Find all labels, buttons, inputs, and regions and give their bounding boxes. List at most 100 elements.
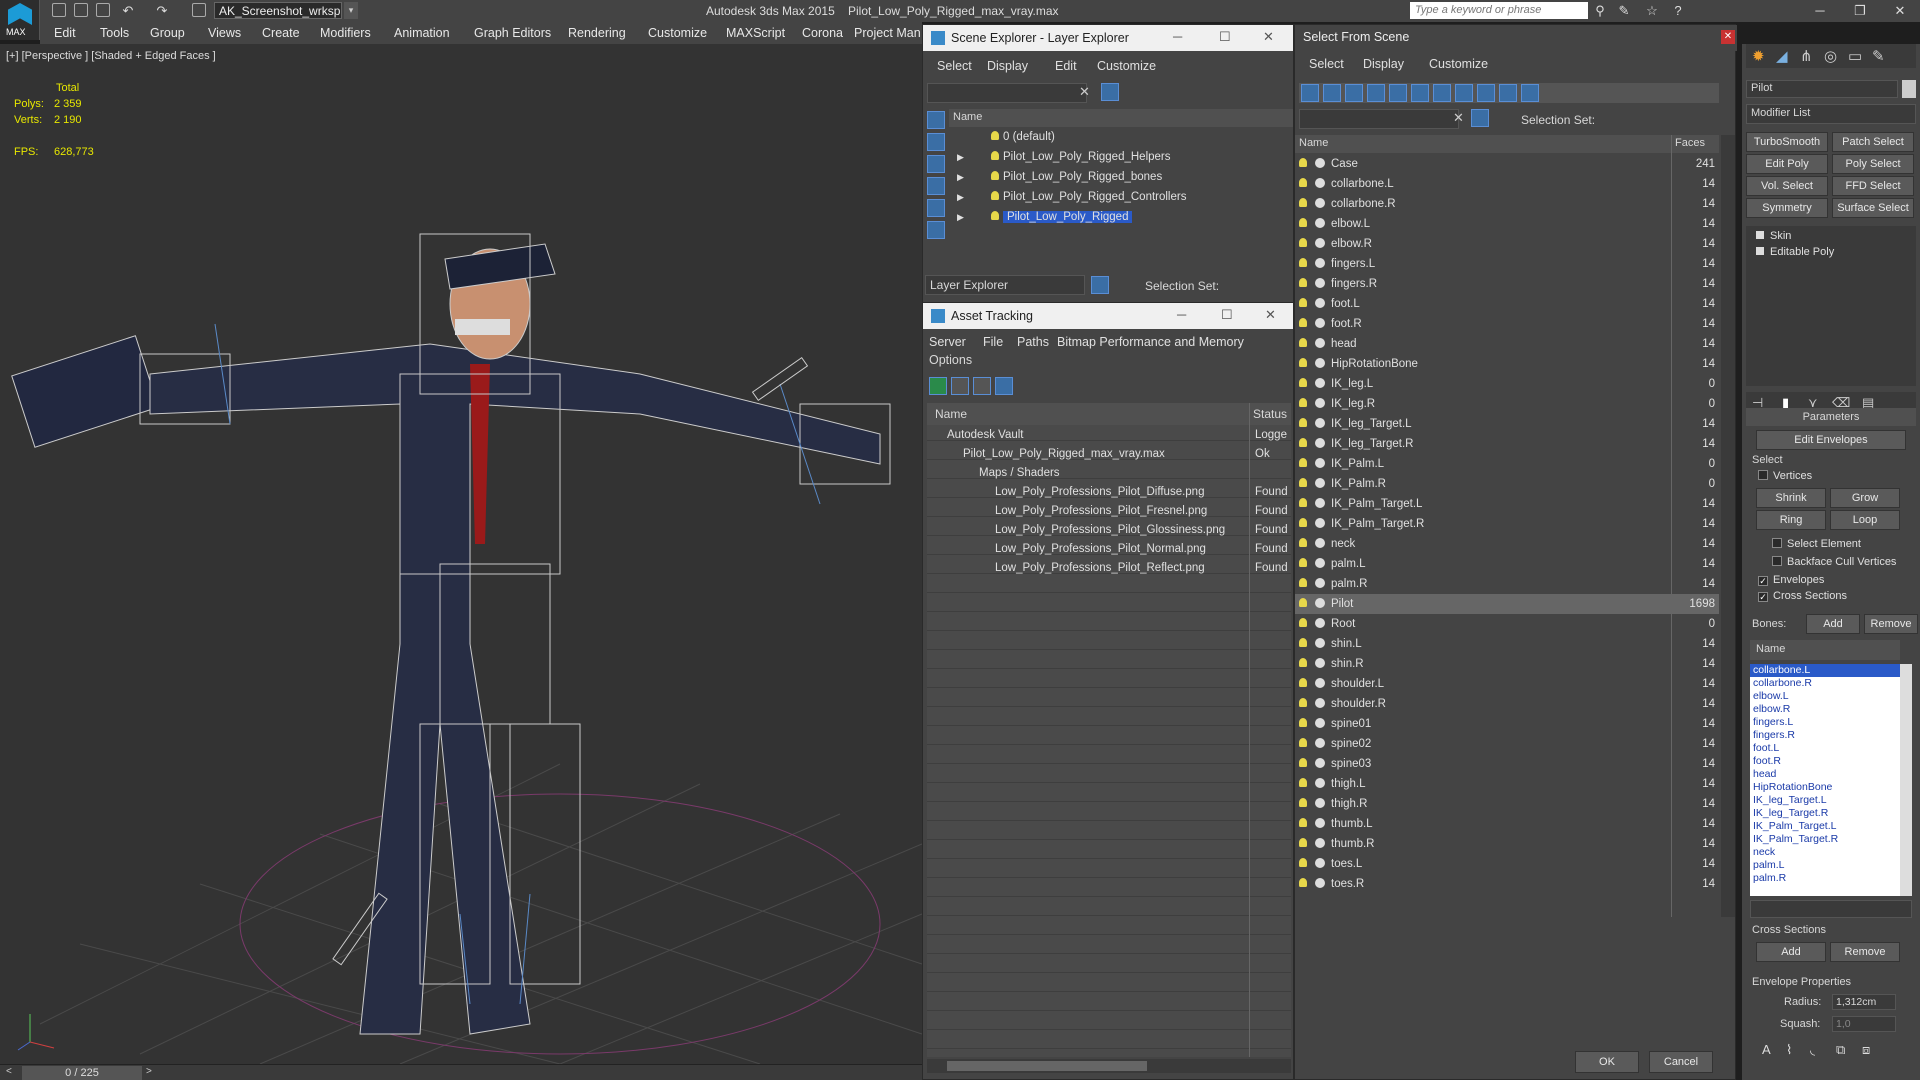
visibility-bulb-icon[interactable] (1299, 378, 1307, 387)
ffd-select-button[interactable]: FFD Select (1832, 176, 1914, 196)
se-side-icon-2[interactable] (927, 133, 945, 151)
menu-maxscript[interactable]: MAXScript (726, 26, 785, 40)
sfs-menu-customize[interactable]: Customize (1429, 57, 1488, 71)
se-menu-select[interactable]: Select (937, 59, 972, 73)
motion-tab-icon[interactable]: ◎ (1824, 47, 1837, 65)
bone-list-item[interactable]: foot.L (1750, 742, 1900, 755)
visibility-bulb-icon[interactable] (1299, 678, 1307, 687)
filter-xrefs-icon[interactable] (1455, 84, 1473, 102)
visibility-bulb-icon[interactable] (1299, 438, 1307, 447)
se-close-icon[interactable]: ✕ (1263, 29, 1274, 45)
bone-list-item[interactable]: IK_leg_Target.L (1750, 794, 1900, 807)
edit-poly-button[interactable]: Edit Poly (1746, 154, 1828, 174)
radius-spinner[interactable]: 1,312cm (1832, 994, 1896, 1010)
object-row[interactable]: collarbone.L 14 (1295, 174, 1719, 194)
bone-list-item[interactable]: fingers.L (1750, 716, 1900, 729)
visibility-bulb-icon[interactable] (1299, 738, 1307, 747)
layer-row[interactable]: 0 (default) (949, 127, 1293, 147)
at-menu-bitmap[interactable]: Bitmap Performance and Memory (1057, 335, 1244, 349)
filter-geometry-icon[interactable] (1301, 84, 1319, 102)
bone-list[interactable]: collarbone.L collarbone.R elbow.L elbow.R fi… (1750, 664, 1900, 896)
se-maximize-icon[interactable]: ☐ (1219, 29, 1231, 45)
object-row[interactable]: palm.L 14 (1295, 554, 1719, 574)
envelope-visible-icon[interactable]: ⌇ (1786, 1042, 1792, 1058)
image-view-icon[interactable] (973, 377, 991, 395)
object-row[interactable]: fingers.R 14 (1295, 274, 1719, 294)
falloff-icon[interactable]: ◟ (1810, 1042, 1815, 1058)
bone-list-item[interactable]: fingers.R (1750, 729, 1900, 742)
visibility-bulb-icon[interactable] (991, 151, 999, 160)
layer-row[interactable]: ▶ Pilot_Low_Poly_Rigged_Controllers (949, 187, 1293, 207)
time-slider-bar[interactable]: < 0 / 225 > (0, 1064, 922, 1080)
object-row[interactable]: thumb.R 14 (1295, 834, 1719, 854)
object-color-swatch[interactable] (1902, 80, 1916, 98)
envelope-absolute-icon[interactable]: A (1762, 1042, 1771, 1057)
poly-select-button[interactable]: Poly Select (1832, 154, 1914, 174)
visibility-bulb-icon[interactable] (1299, 358, 1307, 367)
explorer-type-dropdown[interactable]: Layer Explorer (925, 275, 1085, 295)
object-row[interactable]: Pilot 1698 (1295, 594, 1719, 614)
asset-row[interactable]: Autodesk Vault (947, 425, 1024, 445)
new-file-icon[interactable] (52, 3, 66, 17)
bone-list-item[interactable]: IK_Palm_Target.R (1750, 833, 1900, 846)
object-row[interactable]: fingers.L 14 (1295, 254, 1719, 274)
se-column-name[interactable]: Name (949, 109, 1293, 127)
surface-select-button[interactable]: Surface Select (1832, 198, 1914, 218)
object-row[interactable]: thumb.L 14 (1295, 814, 1719, 834)
stack-item-editable-poly[interactable]: Editable Poly (1756, 242, 1834, 262)
layer-row[interactable]: ▶ Pilot_Low_Poly_Rigged_bones (949, 167, 1293, 187)
asset-row[interactable]: Low_Poly_Professions_Pilot_Glossiness.pn… (995, 520, 1225, 540)
visibility-bulb-icon[interactable] (1299, 158, 1307, 167)
envelopes-checkbox[interactable]: ✓ Envelopes (1758, 574, 1824, 586)
bone-list-scrollbar[interactable] (1900, 664, 1912, 896)
menu-corona[interactable]: Corona (802, 26, 843, 40)
utilities-tab-icon[interactable]: ✎ (1872, 47, 1885, 65)
visibility-bulb-icon[interactable] (991, 131, 999, 140)
visibility-bulb-icon[interactable] (1299, 578, 1307, 587)
visibility-bulb-icon[interactable] (1299, 718, 1307, 727)
object-row[interactable]: spine01 14 (1295, 714, 1719, 734)
at-close-icon[interactable]: ✕ (1265, 307, 1276, 323)
asset-row[interactable]: Low_Poly_Professions_Pilot_Diffuse.png (995, 482, 1204, 502)
parameters-rollout[interactable]: Parameters (1746, 408, 1916, 426)
visibility-bulb-icon[interactable] (1299, 538, 1307, 547)
bone-list-item[interactable]: neck (1750, 846, 1900, 859)
at-menu-paths[interactable]: Paths (1017, 335, 1049, 349)
se-clear-icon[interactable]: ✕ (1079, 84, 1090, 100)
visibility-bulb-icon[interactable] (1299, 338, 1307, 347)
object-name-field[interactable]: Pilot (1746, 80, 1898, 98)
at-horizontal-scrollbar[interactable] (927, 1059, 1291, 1073)
grow-button[interactable]: Grow (1830, 488, 1900, 508)
object-row[interactable]: IK_Palm_Target.R 14 (1295, 514, 1719, 534)
object-row[interactable]: head 14 (1295, 334, 1719, 354)
visibility-bulb-icon[interactable] (1299, 758, 1307, 767)
object-row[interactable]: IK_leg.R 0 (1295, 394, 1719, 414)
bone-list-item[interactable]: collarbone.R (1750, 677, 1900, 690)
bone-list-item[interactable]: palm.L (1750, 859, 1900, 872)
time-prev-icon[interactable]: < (6, 1066, 12, 1077)
search-input[interactable]: Type a keyword or phrase (1410, 2, 1588, 19)
sfs-column-name[interactable]: Name (1299, 137, 1328, 149)
visibility-bulb-icon[interactable] (1299, 498, 1307, 507)
redo-icon[interactable]: ↷ (154, 3, 170, 18)
ok-button[interactable]: OK (1575, 1051, 1639, 1073)
visibility-bulb-icon[interactable] (1299, 778, 1307, 787)
se-side-icon-3[interactable] (927, 155, 945, 173)
se-minimize-icon[interactable]: ─ (1173, 29, 1182, 44)
filter-shapes-icon[interactable] (1323, 84, 1341, 102)
visibility-bulb-icon[interactable] (1299, 598, 1307, 607)
at-menu-file[interactable]: File (983, 335, 1003, 349)
sfs-filter-icon[interactable] (1471, 109, 1489, 127)
object-row[interactable]: toes.R 14 (1295, 874, 1719, 894)
object-row[interactable]: IK_Palm_Target.L 14 (1295, 494, 1719, 514)
se-menu-display[interactable]: Display (987, 59, 1028, 73)
object-row[interactable]: shoulder.L 14 (1295, 674, 1719, 694)
copy-envelope-icon[interactable]: ⧉ (1836, 1042, 1845, 1058)
filter-spacewarps-icon[interactable] (1411, 84, 1429, 102)
display-tab-icon[interactable]: ▭ (1848, 47, 1862, 65)
object-row[interactable]: IK_leg_Target.R 14 (1295, 434, 1719, 454)
filter-containers-icon[interactable] (1499, 84, 1517, 102)
object-row[interactable]: elbow.R 14 (1295, 234, 1719, 254)
at-column-status[interactable]: Status (1253, 407, 1287, 421)
layer-explorer-icon[interactable] (1091, 276, 1109, 294)
